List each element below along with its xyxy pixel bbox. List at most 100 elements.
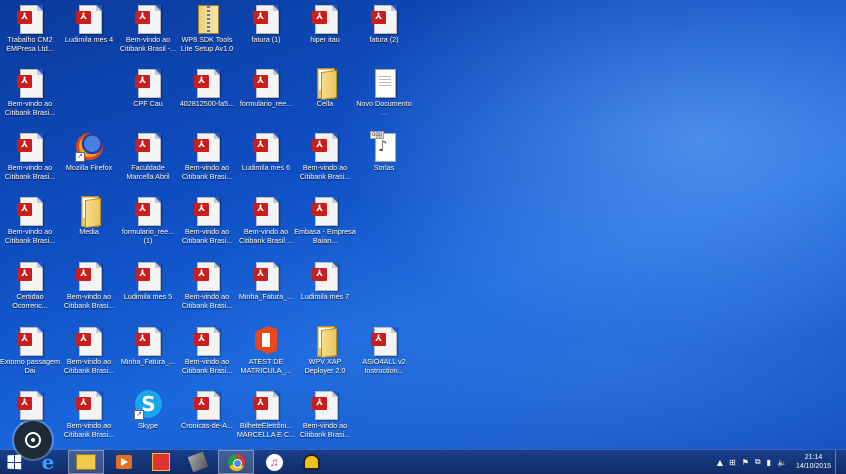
desktop-icon[interactable]: ⅄ Bem-vindo ao Citibank Brasil -... (118, 4, 178, 66)
desktop-icon-label: Bem-vindo ao Citibank Brasi... (63, 422, 115, 439)
desktop-icon[interactable]: ⅄ fatura (1) (236, 4, 296, 66)
desktop-icon-label: Novo Documento ... (356, 100, 412, 117)
pdf-file-icon: ⅄ (134, 68, 162, 98)
clock-time: 21:14 (804, 454, 823, 461)
taskbar-gift-button[interactable] (144, 451, 178, 473)
desktop-icon-label: Bem-vindo ao Citibank Brasi... (4, 100, 56, 117)
desktop-icon-label: Certidao Ocorrenc... (12, 293, 48, 310)
desktop-icon[interactable]: ⅄ Minha_Fatura_... (236, 261, 296, 323)
desktop-icon[interactable]: ⅄ CPF Cau (118, 68, 178, 130)
desktop-icon[interactable]: ⅄ ASIO4ALL v2 Instruction... (354, 326, 414, 388)
desktop-icon[interactable]: ⅄ Bem-vindo ao Citibank Brasi... (177, 326, 237, 388)
desktop-icon[interactable]: ⅄ Ludimila mes 5 (118, 261, 178, 323)
desktop-icon-label: Bem-vindo ao Citibank Brasil -... (119, 36, 177, 53)
taskbar-file-explorer-button[interactable] (68, 450, 104, 474)
desktop-icon-label: Trabalho CM2 EMPresa Ltd... (6, 36, 54, 53)
desktop-icon[interactable]: ⅄ Bem-vindo ao Citibank Brasil ... (236, 196, 296, 258)
desktop-icon[interactable]: ATEST DE MATRICULA_... (236, 326, 296, 388)
desktop-icon-label: BilheteEletrôni... MARCELLA E C... (236, 422, 296, 439)
pdf-file-icon: ⅄ (16, 326, 44, 356)
windows-flag-icon[interactable]: ⊞ (729, 458, 736, 467)
signal-bars-icon[interactable]: ▮ (767, 458, 771, 467)
pdf-file-icon: ⅄ (16, 132, 44, 162)
desktop-icon-label: Bem-vindo ao Citibank Brasi... (63, 358, 115, 375)
desktop-icon[interactable]: ⅄ Trabalho CM2 EMPresa Ltd... (0, 4, 60, 66)
desktop-icon[interactable]: WPV XAP Deployer 2.0 (295, 326, 355, 388)
desktop-icon[interactable]: ⅄ Ludimila mes 7 (295, 261, 355, 323)
network-adapter-icon[interactable]: ⧉ (755, 457, 761, 467)
desktop-icon-label: Ludimila mes 4 (64, 36, 114, 44)
desktop-icon[interactable]: ⅄ Bem-vindo ao Citibank Brasi... (0, 132, 60, 194)
desktop-icon[interactable]: ⅄ formulario_ree... (1) (118, 196, 178, 258)
desktop-icon[interactable]: Mozilla Firefox (59, 132, 119, 194)
desktop-icon[interactable]: Skype (118, 390, 178, 452)
desktop-icon[interactable]: ⅄ Bem-vindo ao Citibank Brasi... (295, 132, 355, 194)
pdf-file-icon: ⅄ (193, 390, 221, 420)
taskbar-media-player-button[interactable] (107, 451, 141, 473)
desktop-icon[interactable]: ⅄ Minha_Fatura_... (118, 326, 178, 388)
file-explorer-icon (76, 454, 96, 470)
desktop-icon[interactable]: ⅄ Ludimila mes 4 (59, 4, 119, 66)
desktop-icon-label: Cronicas-de-A... (181, 422, 233, 430)
desktop: ⅄ Trabalho CM2 EMPresa Ltd... ⅄ Ludimila me… (0, 0, 846, 449)
desktop-icon[interactable]: ⅄ Bem-vindo ao Citibank Brasi... (59, 390, 119, 452)
desktop-icon[interactable]: ⅄ Bem-vindo ao Citibank Brasi... (59, 261, 119, 323)
show-hidden-icons-icon[interactable]: ▲ (717, 458, 723, 467)
desktop-icon-label: ASIO4ALL v2 Instruction... (362, 358, 406, 375)
desktop-icon[interactable]: ⅄ Bem-vindo ao Citibank Brasi... (177, 196, 237, 258)
desktop-icon[interactable]: ⅄ Bem-vindo ao Citibank Brasi... (177, 261, 237, 323)
desktop-icon[interactable]: ⅄ Ludimila mes 6 (236, 132, 296, 194)
clock-date: 14/10/2015 (795, 463, 831, 470)
desktop-icon[interactable]: Novo Documento ... (354, 68, 414, 130)
desktop-icon[interactable]: ⅄ Bem-vindo ao Citibank Brasi... (177, 132, 237, 194)
volume-icon[interactable]: 🔈 (777, 458, 787, 467)
desktop-icon[interactable]: ⅄ Bem-vindo ao Citibank Brasi... (59, 326, 119, 388)
show-desktop-button[interactable] (835, 450, 840, 474)
camera-lens-icon (25, 432, 41, 448)
desktop-icon[interactable]: ⅄ 402812500-fa5... (177, 68, 237, 130)
action-center-flag-icon[interactable]: ⚑ (742, 458, 749, 467)
desktop-icon[interactable]: ⅄ Certidao Ocorrenc... (0, 261, 60, 323)
desktop-icon[interactable]: Media (59, 196, 119, 258)
desktop-icon[interactable]: ⅄ Bem-vindo ao Citibank Brasi... (0, 68, 60, 130)
pdf-file-icon: ⅄ (193, 326, 221, 356)
pdf-file-icon: ⅄ (370, 326, 398, 356)
pdf-file-icon: ⅄ (252, 4, 280, 34)
desktop-icon-label: Mozilla Firefox (65, 164, 113, 172)
desktop-icon-label: Bem-vindo ao Citibank Brasi... (63, 293, 115, 310)
desktop-icon[interactable]: ⅄ Embasa - Empresa Baian... (294, 196, 356, 258)
desktop-icon[interactable]: ogg ♪ Strrlas (354, 131, 414, 194)
taskbar-itunes-button[interactable]: ♫ (257, 451, 291, 473)
desktop-icon[interactable]: ⅄ Bem-vindo ao Citibank Brasi... (295, 390, 355, 452)
pdf-file-icon: ⅄ (75, 326, 103, 356)
taskbar-headset-button[interactable] (294, 451, 328, 473)
clock[interactable]: 21:14 14/10/2015 (796, 453, 831, 471)
pdf-file-icon: ⅄ (134, 326, 162, 356)
desktop-icon[interactable]: ⅄ Cronicas-de-A... (177, 390, 237, 452)
pdf-file-icon: ⅄ (16, 4, 44, 34)
folder-icon (75, 196, 103, 229)
desktop-icon[interactable]: Cella (295, 68, 355, 130)
desktop-icon[interactable]: ⅄ Faculdade Marcella Abril (118, 132, 178, 194)
desktop-icon-label: Bem-vindo ao Citibank Brasil ... (239, 228, 293, 245)
pdf-file-icon: ⅄ (75, 390, 103, 420)
desktop-icon[interactable]: ⅄ hiper itau (295, 4, 355, 66)
pdf-file-icon: ⅄ (193, 261, 221, 291)
desktop-icon[interactable]: WP8 SDK Tools Lite Setup Av1.0 (177, 4, 237, 66)
desktop-icon[interactable]: ⅄ BilheteEletrôni... MARCELLA E C... (236, 390, 296, 452)
pdf-file-icon: ⅄ (252, 390, 280, 420)
desktop-icon[interactable]: ⅄ fatura (2) (354, 4, 414, 66)
desktop-icon-label: hiper itau (310, 36, 340, 44)
pdf-file-icon: ⅄ (370, 4, 398, 34)
desktop-icon[interactable]: ⅄ formulario_ree... (236, 68, 296, 130)
skype-icon (134, 390, 162, 420)
lens-overlay-button[interactable] (14, 421, 52, 459)
desktop-icon[interactable]: ⅄ Bem-vindo ao Citibank Brasi... (0, 196, 60, 258)
pdf-file-icon: ⅄ (134, 196, 162, 226)
taskbar-chrome-button[interactable] (218, 450, 254, 474)
desktop-icon-label: Faculdade Marcella Abril (126, 164, 170, 181)
desktop-icon[interactable]: ⅄ Extorno passagem Dai (0, 326, 60, 388)
desktop-icon-label: Bem-vindo ao Citibank Brasi... (4, 228, 56, 245)
taskbar-phone-button[interactable] (181, 451, 215, 473)
desktop-icon-label: WPV XAP Deployer 2.0 (304, 358, 346, 375)
